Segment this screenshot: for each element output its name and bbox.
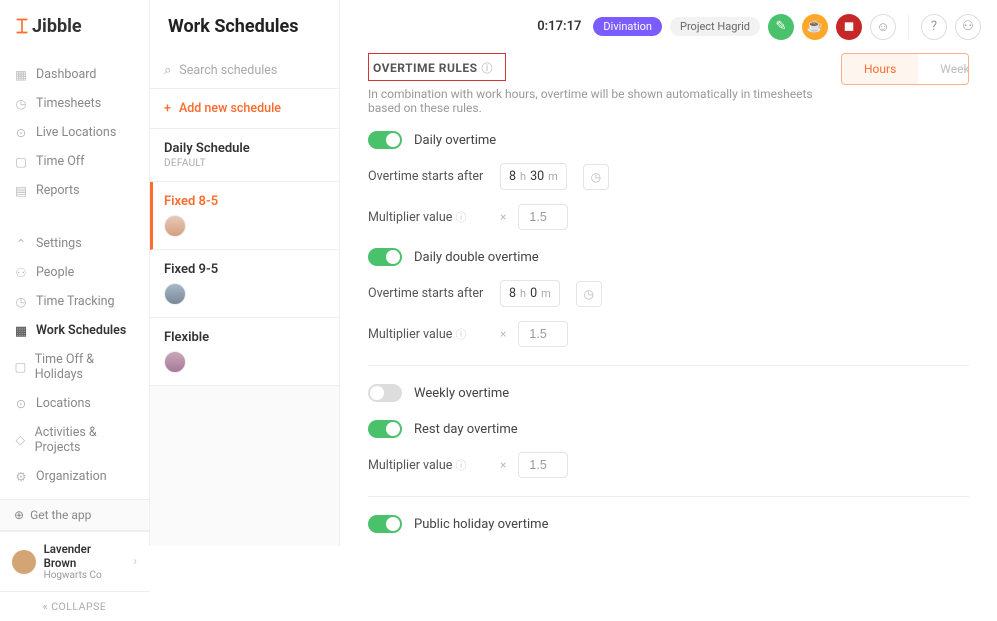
section-title-box: OVERTIME RULES ⓘ: [368, 53, 506, 81]
info-icon[interactable]: ⓘ: [481, 60, 493, 76]
left-nav: ⌶ Jibble ▦Dashboard ◷Timesheets ⊙Live Lo…: [0, 0, 150, 546]
logo: ⌶ Jibble: [0, 0, 149, 52]
daily-multiplier-input[interactable]: [518, 204, 568, 230]
user-org: Hogwarts Co: [44, 570, 126, 581]
hours-week-toggle: Hours Week: [841, 53, 969, 85]
get-app-button[interactable]: ⊕Get the app: [0, 499, 149, 531]
rule-rest-day-overtime: Rest day overtime Multiplier value ⓘ ×: [368, 420, 969, 478]
nav-timesheets[interactable]: ◷Timesheets: [0, 89, 149, 118]
help-button[interactable]: ?: [921, 14, 947, 40]
rule-public-holiday-overtime: Public holiday overtime: [368, 515, 969, 533]
schedule-avatar: [164, 283, 186, 305]
section-title: OVERTIME RULES ⓘ: [369, 60, 493, 76]
section-description: In combination with work hours, overtime…: [368, 87, 841, 115]
page-title: Work Schedules: [150, 0, 340, 53]
rest-multiplier-input[interactable]: [518, 452, 568, 478]
daily-double-start-time[interactable]: 8h 0m: [500, 280, 560, 307]
schedule-avatar: [164, 215, 186, 237]
collapse-button[interactable]: « COLLAPSE: [0, 591, 149, 621]
download-icon: ⊕: [14, 508, 24, 522]
calendar-icon: ▢: [14, 360, 27, 374]
team-button[interactable]: ⚇: [955, 14, 981, 40]
timer: 0:17:17: [537, 19, 581, 34]
plus-icon: +: [164, 101, 171, 116]
nav-activities[interactable]: ◇Activities & Projects: [0, 418, 149, 462]
switch-rest-day-overtime[interactable]: [368, 420, 402, 438]
nav-reports[interactable]: ▤Reports: [0, 176, 149, 205]
clock-picker-button[interactable]: ◷: [583, 164, 609, 190]
user-name: Lavender Brown: [44, 542, 126, 570]
briefcase-icon: ▢: [14, 155, 28, 169]
chevron-icon: ⌃: [14, 237, 28, 251]
info-icon[interactable]: ⓘ: [455, 211, 466, 224]
schedule-icon: ▦: [14, 324, 28, 338]
nav-work-schedules[interactable]: ▦Work Schedules: [0, 316, 149, 345]
search-schedules[interactable]: ⌕ Search schedules: [150, 53, 339, 89]
project-pill[interactable]: Project Hagrid: [670, 17, 760, 36]
schedule-fixed-8-5[interactable]: Fixed 8-5: [150, 182, 339, 250]
switch-daily-overtime[interactable]: [368, 131, 402, 149]
info-icon[interactable]: ⓘ: [455, 459, 466, 472]
status-orange-button[interactable]: ☕: [802, 14, 828, 40]
nav-time-off[interactable]: ▢Time Off: [0, 147, 149, 176]
activity-pill[interactable]: Divination: [593, 17, 662, 36]
nav-time-off-holidays[interactable]: ▢Time Off & Holidays: [0, 345, 149, 389]
clock-picker-button[interactable]: ◷: [576, 281, 602, 307]
toggle-week[interactable]: Week: [918, 54, 969, 84]
add-schedule-button[interactable]: + Add new schedule: [150, 89, 339, 129]
daily-double-multiplier-input[interactable]: [518, 321, 568, 347]
logo-icon: ⌶: [16, 14, 28, 38]
brand-name: Jibble: [32, 16, 82, 37]
rule-weekly-overtime: Weekly overtime: [368, 384, 969, 402]
tag-icon: ◇: [14, 433, 27, 447]
switch-daily-double-overtime[interactable]: [368, 248, 402, 266]
main-content: OVERTIME RULES ⓘ In combination with wor…: [340, 53, 997, 546]
toggle-hours[interactable]: Hours: [842, 54, 918, 84]
dashboard-icon: ▦: [14, 68, 28, 82]
rule-daily-overtime: Daily overtime Overtime starts after 8h …: [368, 131, 969, 230]
info-icon[interactable]: ⓘ: [455, 328, 466, 341]
location-icon: ⊙: [14, 397, 28, 411]
nav-dashboard[interactable]: ▦Dashboard: [0, 60, 149, 89]
nav-people[interactable]: ⚇People: [0, 258, 149, 287]
rule-daily-double-overtime: Daily double overtime Overtime starts af…: [368, 248, 969, 347]
profile-button[interactable]: ☺: [870, 14, 896, 40]
pin-icon: ⊙: [14, 126, 28, 140]
search-icon: ⌕: [164, 63, 171, 78]
user-avatar: [12, 550, 36, 574]
user-footer[interactable]: Lavender Brown Hogwarts Co ›: [0, 531, 149, 591]
nav-time-tracking[interactable]: ◷Time Tracking: [0, 287, 149, 316]
status-green-button[interactable]: ✎: [768, 14, 794, 40]
schedules-column: ⌕ Search schedules + Add new schedule Da…: [150, 53, 340, 546]
schedule-avatar: [164, 351, 186, 373]
status-red-button[interactable]: ◼: [836, 14, 862, 40]
report-icon: ▤: [14, 184, 28, 198]
nav-live-locations[interactable]: ⊙Live Locations: [0, 118, 149, 147]
topbar: 0:17:17 Divination Project Hagrid ✎ ☕ ◼ …: [340, 2, 997, 52]
people-icon: ⚇: [14, 266, 28, 280]
schedule-flexible[interactable]: Flexible: [150, 318, 339, 386]
nav-settings[interactable]: ⌃Settings: [0, 229, 149, 258]
switch-public-holiday-overtime[interactable]: [368, 515, 402, 533]
nav-locations[interactable]: ⊙Locations: [0, 389, 149, 418]
gear-icon: ⚙: [14, 470, 28, 484]
schedule-daily[interactable]: Daily Schedule DEFAULT: [150, 129, 339, 182]
tracking-icon: ◷: [14, 295, 28, 309]
daily-start-time[interactable]: 8h 30m: [500, 163, 567, 190]
nav-organization[interactable]: ⚙Organization: [0, 462, 149, 491]
schedule-fixed-9-5[interactable]: Fixed 9-5: [150, 250, 339, 318]
clock-icon: ◷: [14, 97, 28, 111]
chevron-right-icon: ›: [133, 554, 137, 569]
switch-weekly-overtime[interactable]: [368, 384, 402, 402]
